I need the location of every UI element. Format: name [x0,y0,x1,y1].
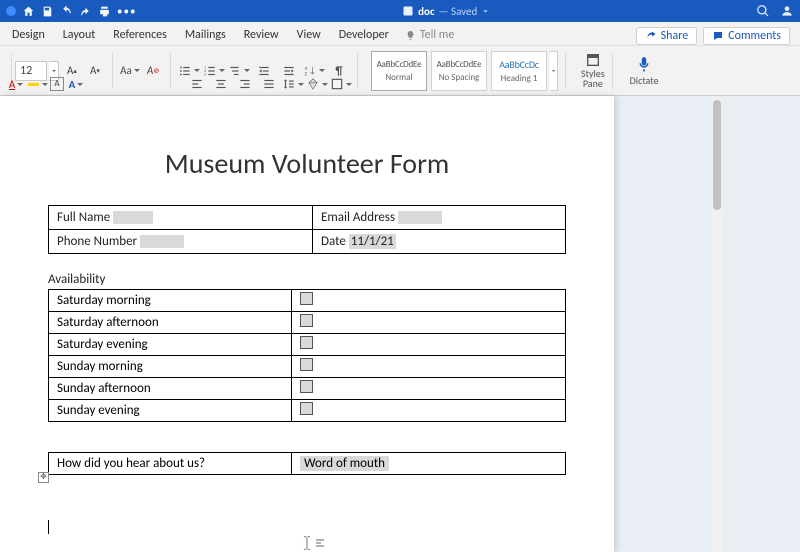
line-spacing[interactable] [282,74,304,94]
email-field[interactable] [398,211,442,224]
style-normal[interactable]: AaBbCcDdEe Normal [371,51,427,91]
account-icon[interactable] [780,4,794,18]
avail-row-label[interactable]: Saturday afternoon [49,312,292,334]
availability-table: Saturday morning Saturday afternoon Satu… [48,289,566,422]
phone-field[interactable] [140,235,184,248]
word-doc-icon [402,5,414,17]
comment-icon [712,30,724,42]
char-border[interactable]: A [50,77,64,91]
justify[interactable] [258,74,280,94]
avail-row-label[interactable]: Saturday evening [49,334,292,356]
tab-layout[interactable]: Layout [61,25,98,45]
ibeam-icon [302,536,312,550]
clear-format[interactable]: A⊘ [143,61,163,81]
cursor-indicator [302,536,326,550]
align-center[interactable] [210,74,232,94]
document-name[interactable]: doc [418,5,434,18]
avail-row-label[interactable]: Sunday afternoon [49,378,292,400]
avail-row-label[interactable]: Sunday evening [49,400,292,422]
tab-review[interactable]: Review [242,25,281,45]
text-caret [48,520,49,534]
checkbox[interactable] [300,402,313,415]
title-center: doc — Saved [144,5,748,18]
checkbox[interactable] [300,292,313,305]
scrollbar[interactable] [712,96,722,552]
text-effects[interactable]: A [66,74,86,94]
title-right [756,4,794,18]
tell-me[interactable]: Tell me [405,28,455,42]
font-color[interactable]: A [6,74,26,94]
save-status: — Saved [439,5,478,18]
bulb-icon [405,30,416,41]
print-icon[interactable] [98,5,111,18]
svg-text:A: A [305,66,308,71]
tab-mailings[interactable]: Mailings [183,25,228,45]
highlight[interactable] [28,74,48,94]
search-icon[interactable] [756,4,770,18]
table-anchor-icon[interactable]: ✥ [38,472,49,483]
hear-table: How did you hear about us? Word of mouth [48,452,566,475]
align-left[interactable] [186,74,208,94]
checkbox[interactable] [300,314,313,327]
contact-table: Full Name Email Address Phone Number Dat… [48,205,566,254]
window-control[interactable] [6,6,16,16]
avail-row-label[interactable]: Saturday morning [49,290,292,312]
share-icon [645,30,657,42]
page-title: Museum Volunteer Form [48,146,566,181]
hear-value-cell[interactable]: Word of mouth [291,453,565,475]
title-bar: ••• doc — Saved [0,0,800,22]
borders[interactable] [330,74,352,94]
mic-icon [635,55,653,73]
tab-view[interactable]: View [295,25,323,45]
ribbon: 12 A▴ A▾ Aa A⊘ 123 AZ A A A AaBbCcDdEe N… [0,46,800,96]
para-left-icon [314,537,326,549]
checkbox[interactable] [300,358,313,371]
full-name-field[interactable] [113,211,153,224]
work-area: Museum Volunteer Form Full Name Email Ad… [0,96,800,552]
styles-more[interactable] [550,51,558,91]
tab-bar: Design Layout References Mailings Review… [0,22,800,46]
shrink-font[interactable]: A▾ [85,61,105,81]
document-page[interactable]: Museum Volunteer Form Full Name Email Ad… [0,96,614,552]
dictate-button[interactable]: Dictate [630,55,659,87]
availability-label: Availability [48,272,566,287]
style-no-spacing[interactable]: AaBbCcDdEe No Spacing [431,51,487,91]
hear-label-cell[interactable]: How did you hear about us? [49,453,292,475]
quick-access: ••• [6,5,136,18]
styles-pane-button[interactable]: Styles Pane [581,52,605,89]
styles-gallery[interactable]: AaBbCcDdEe Normal AaBbCcDdEe No Spacing … [371,51,547,91]
checkbox[interactable] [300,336,313,349]
date-cell[interactable]: Date 11/1/21 [313,230,566,254]
scrollbar-thumb[interactable] [713,100,721,210]
comments-button[interactable]: Comments [703,27,790,45]
date-field[interactable]: 11/1/21 [349,234,396,249]
style-heading-1[interactable]: AaBbCcDc Heading 1 [491,51,547,91]
phone-cell[interactable]: Phone Number [49,230,313,254]
avail-row-label[interactable]: Sunday morning [49,356,292,378]
hear-dropdown[interactable]: Word of mouth [300,456,389,471]
tab-references[interactable]: References [111,25,169,45]
align-right[interactable] [234,74,256,94]
checkbox[interactable] [300,380,313,393]
share-button[interactable]: Share [636,27,698,45]
home-icon[interactable] [22,5,35,18]
tab-developer[interactable]: Developer [337,25,391,45]
styles-pane-icon [585,52,601,68]
full-name-cell[interactable]: Full Name [49,206,313,230]
email-cell[interactable]: Email Address [313,206,566,230]
undo-icon[interactable] [60,5,73,18]
shading[interactable] [306,74,328,94]
redo-icon[interactable] [79,5,92,18]
overflow-icon[interactable]: ••• [117,5,136,18]
tab-design[interactable]: Design [10,25,47,45]
save-icon[interactable] [41,5,54,18]
change-case[interactable]: Aa [120,61,140,81]
chevron-down-icon[interactable] [481,7,490,16]
